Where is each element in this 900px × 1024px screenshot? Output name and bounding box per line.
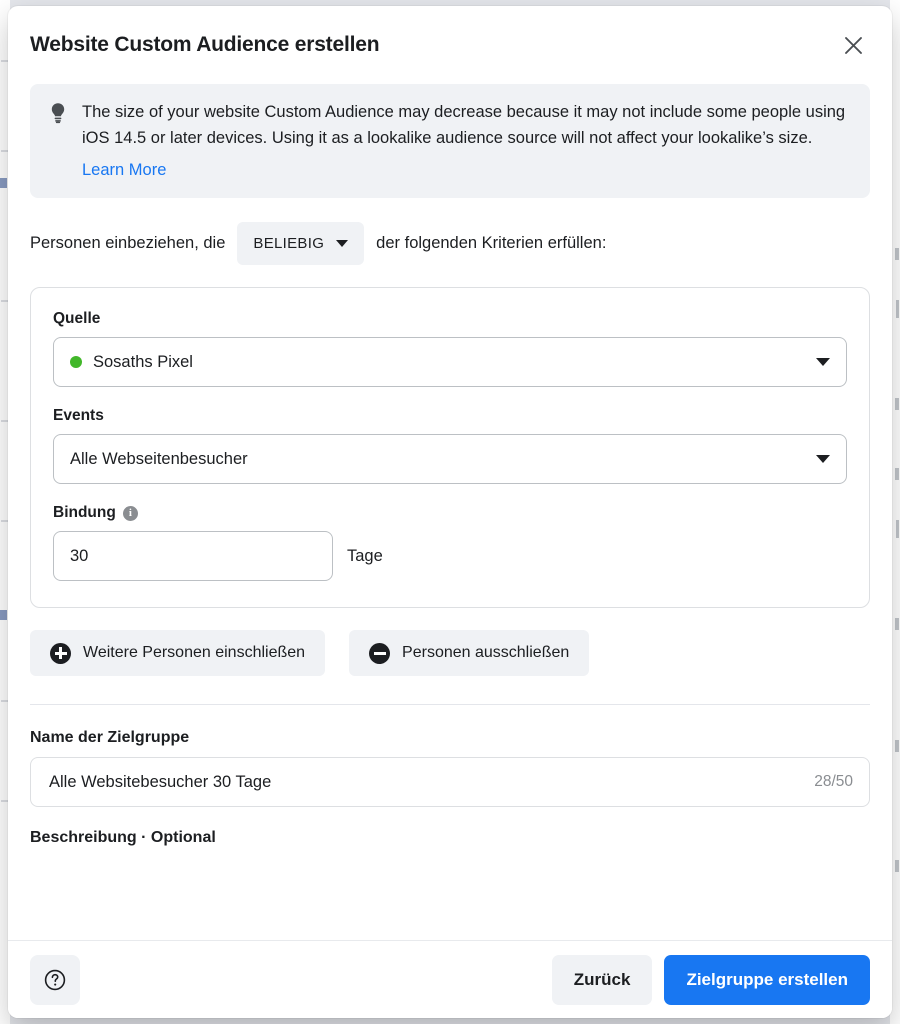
audience-name-field[interactable]: 28/50: [30, 757, 870, 808]
create-audience-dialog: Website Custom Audience erstellen The si…: [8, 6, 892, 1018]
question-circle-icon: [44, 969, 66, 990]
source-select[interactable]: Sosaths Pixel: [53, 337, 847, 388]
audience-name-input[interactable]: [47, 771, 805, 793]
events-label: Events: [53, 407, 104, 425]
retention-label: Bindung: [53, 504, 116, 522]
source-label: Quelle: [53, 310, 101, 328]
rule-card: Quelle Sosaths Pixel Events Alle Webseit…: [30, 287, 870, 609]
learn-more-link[interactable]: Learn More: [82, 161, 166, 180]
dialog-footer: Zurück Zielgruppe erstellen: [8, 940, 892, 1018]
info-icon[interactable]: i: [122, 505, 138, 521]
description-label: Beschreibung · Optional: [30, 829, 216, 847]
exclude-people-button[interactable]: Personen ausschließen: [349, 630, 590, 677]
source-value: Sosaths Pixel: [93, 352, 193, 371]
back-button[interactable]: Zurück: [551, 954, 653, 1005]
dialog-header: Website Custom Audience erstellen: [8, 6, 892, 84]
minus-circle-icon: [369, 642, 391, 664]
criteria-row: Personen einbeziehen, die BELIEBIG der f…: [30, 222, 870, 266]
lightbulb-icon: [48, 102, 68, 124]
help-button[interactable]: [30, 954, 80, 1005]
include-more-people-button[interactable]: Weitere Personen einschließen: [30, 630, 326, 677]
retention-unit-label: Tage: [347, 546, 383, 565]
page-title: Website Custom Audience erstellen: [30, 33, 380, 56]
rule-actions-row: Weitere Personen einschließen Personen a…: [30, 630, 870, 677]
ios-notice-text: The size of your website Custom Audience…: [82, 103, 846, 147]
retention-label-row: Bindung i: [53, 504, 847, 522]
ios-notice-banner: The size of your website Custom Audience…: [30, 84, 870, 199]
exclude-people-label: Personen ausschließen: [402, 644, 570, 662]
events-value: Alle Webseitenbesucher: [70, 449, 248, 468]
retention-days-input[interactable]: [53, 531, 333, 582]
dialog-body: The size of your website Custom Audience…: [8, 84, 892, 940]
match-type-dropdown[interactable]: BELIEBIG: [237, 222, 365, 266]
retention-row: Tage: [53, 531, 847, 582]
create-audience-button[interactable]: Zielgruppe erstellen: [664, 954, 870, 1005]
events-select[interactable]: Alle Webseitenbesucher: [53, 434, 847, 485]
source-value-wrap: Sosaths Pixel: [70, 353, 816, 372]
close-icon[interactable]: [836, 28, 870, 62]
section-divider: [30, 704, 870, 706]
match-type-value: BELIEBIG: [253, 235, 325, 253]
criteria-suffix-label: der folgenden Kriterien erfüllen:: [376, 234, 607, 253]
plus-circle-icon: [50, 642, 71, 664]
chevron-down-icon: [816, 455, 830, 464]
criteria-prefix-label: Personen einbeziehen, die: [30, 234, 226, 253]
chevron-down-icon: [816, 358, 830, 367]
chevron-down-icon: [336, 240, 349, 248]
audience-name-label: Name der Zielgruppe: [30, 729, 190, 747]
char-counter: 28/50: [814, 773, 853, 791]
status-dot-icon: [70, 356, 82, 369]
include-more-people-label: Weitere Personen einschließen: [83, 644, 306, 662]
